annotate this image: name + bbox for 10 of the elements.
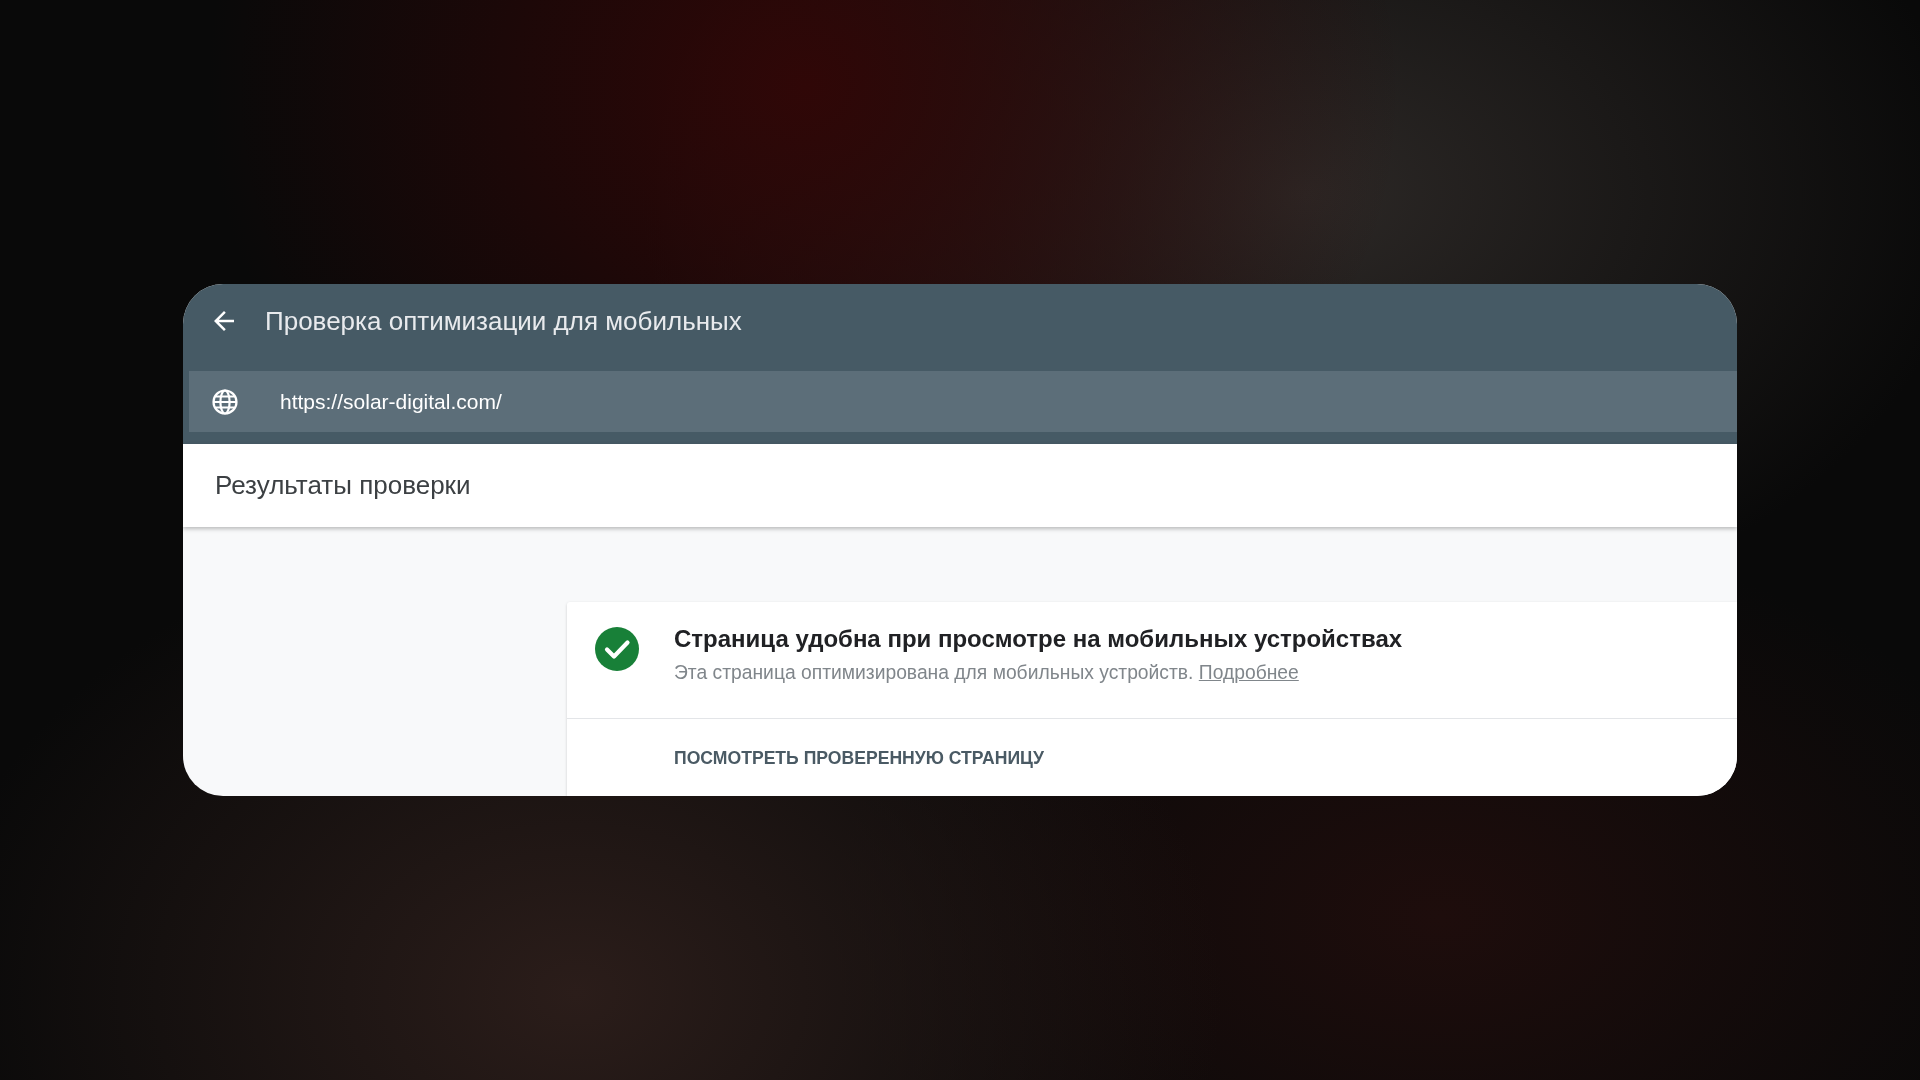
url-field[interactable]: https://solar-digital.com/ (189, 371, 1737, 432)
result-heading: Страница удобна при просмотре на мобильных устройствах (674, 624, 1403, 654)
back-arrow-icon (214, 310, 234, 331)
view-tested-page-button[interactable]: ПОСМОТРЕТЬ ПРОВЕРЕННУЮ СТРАНИЦУ (674, 745, 1044, 772)
globe-icon (212, 388, 238, 415)
page-title: Проверка оптимизации для мобильных (265, 307, 742, 334)
back-button[interactable] (214, 310, 234, 331)
results-title: Результаты проверки (215, 469, 471, 502)
details-link[interactable]: Подробнее (1198, 662, 1299, 683)
result-description: Эта страница оптимизирована для мобильных устройств. Подробнее (674, 661, 1300, 685)
